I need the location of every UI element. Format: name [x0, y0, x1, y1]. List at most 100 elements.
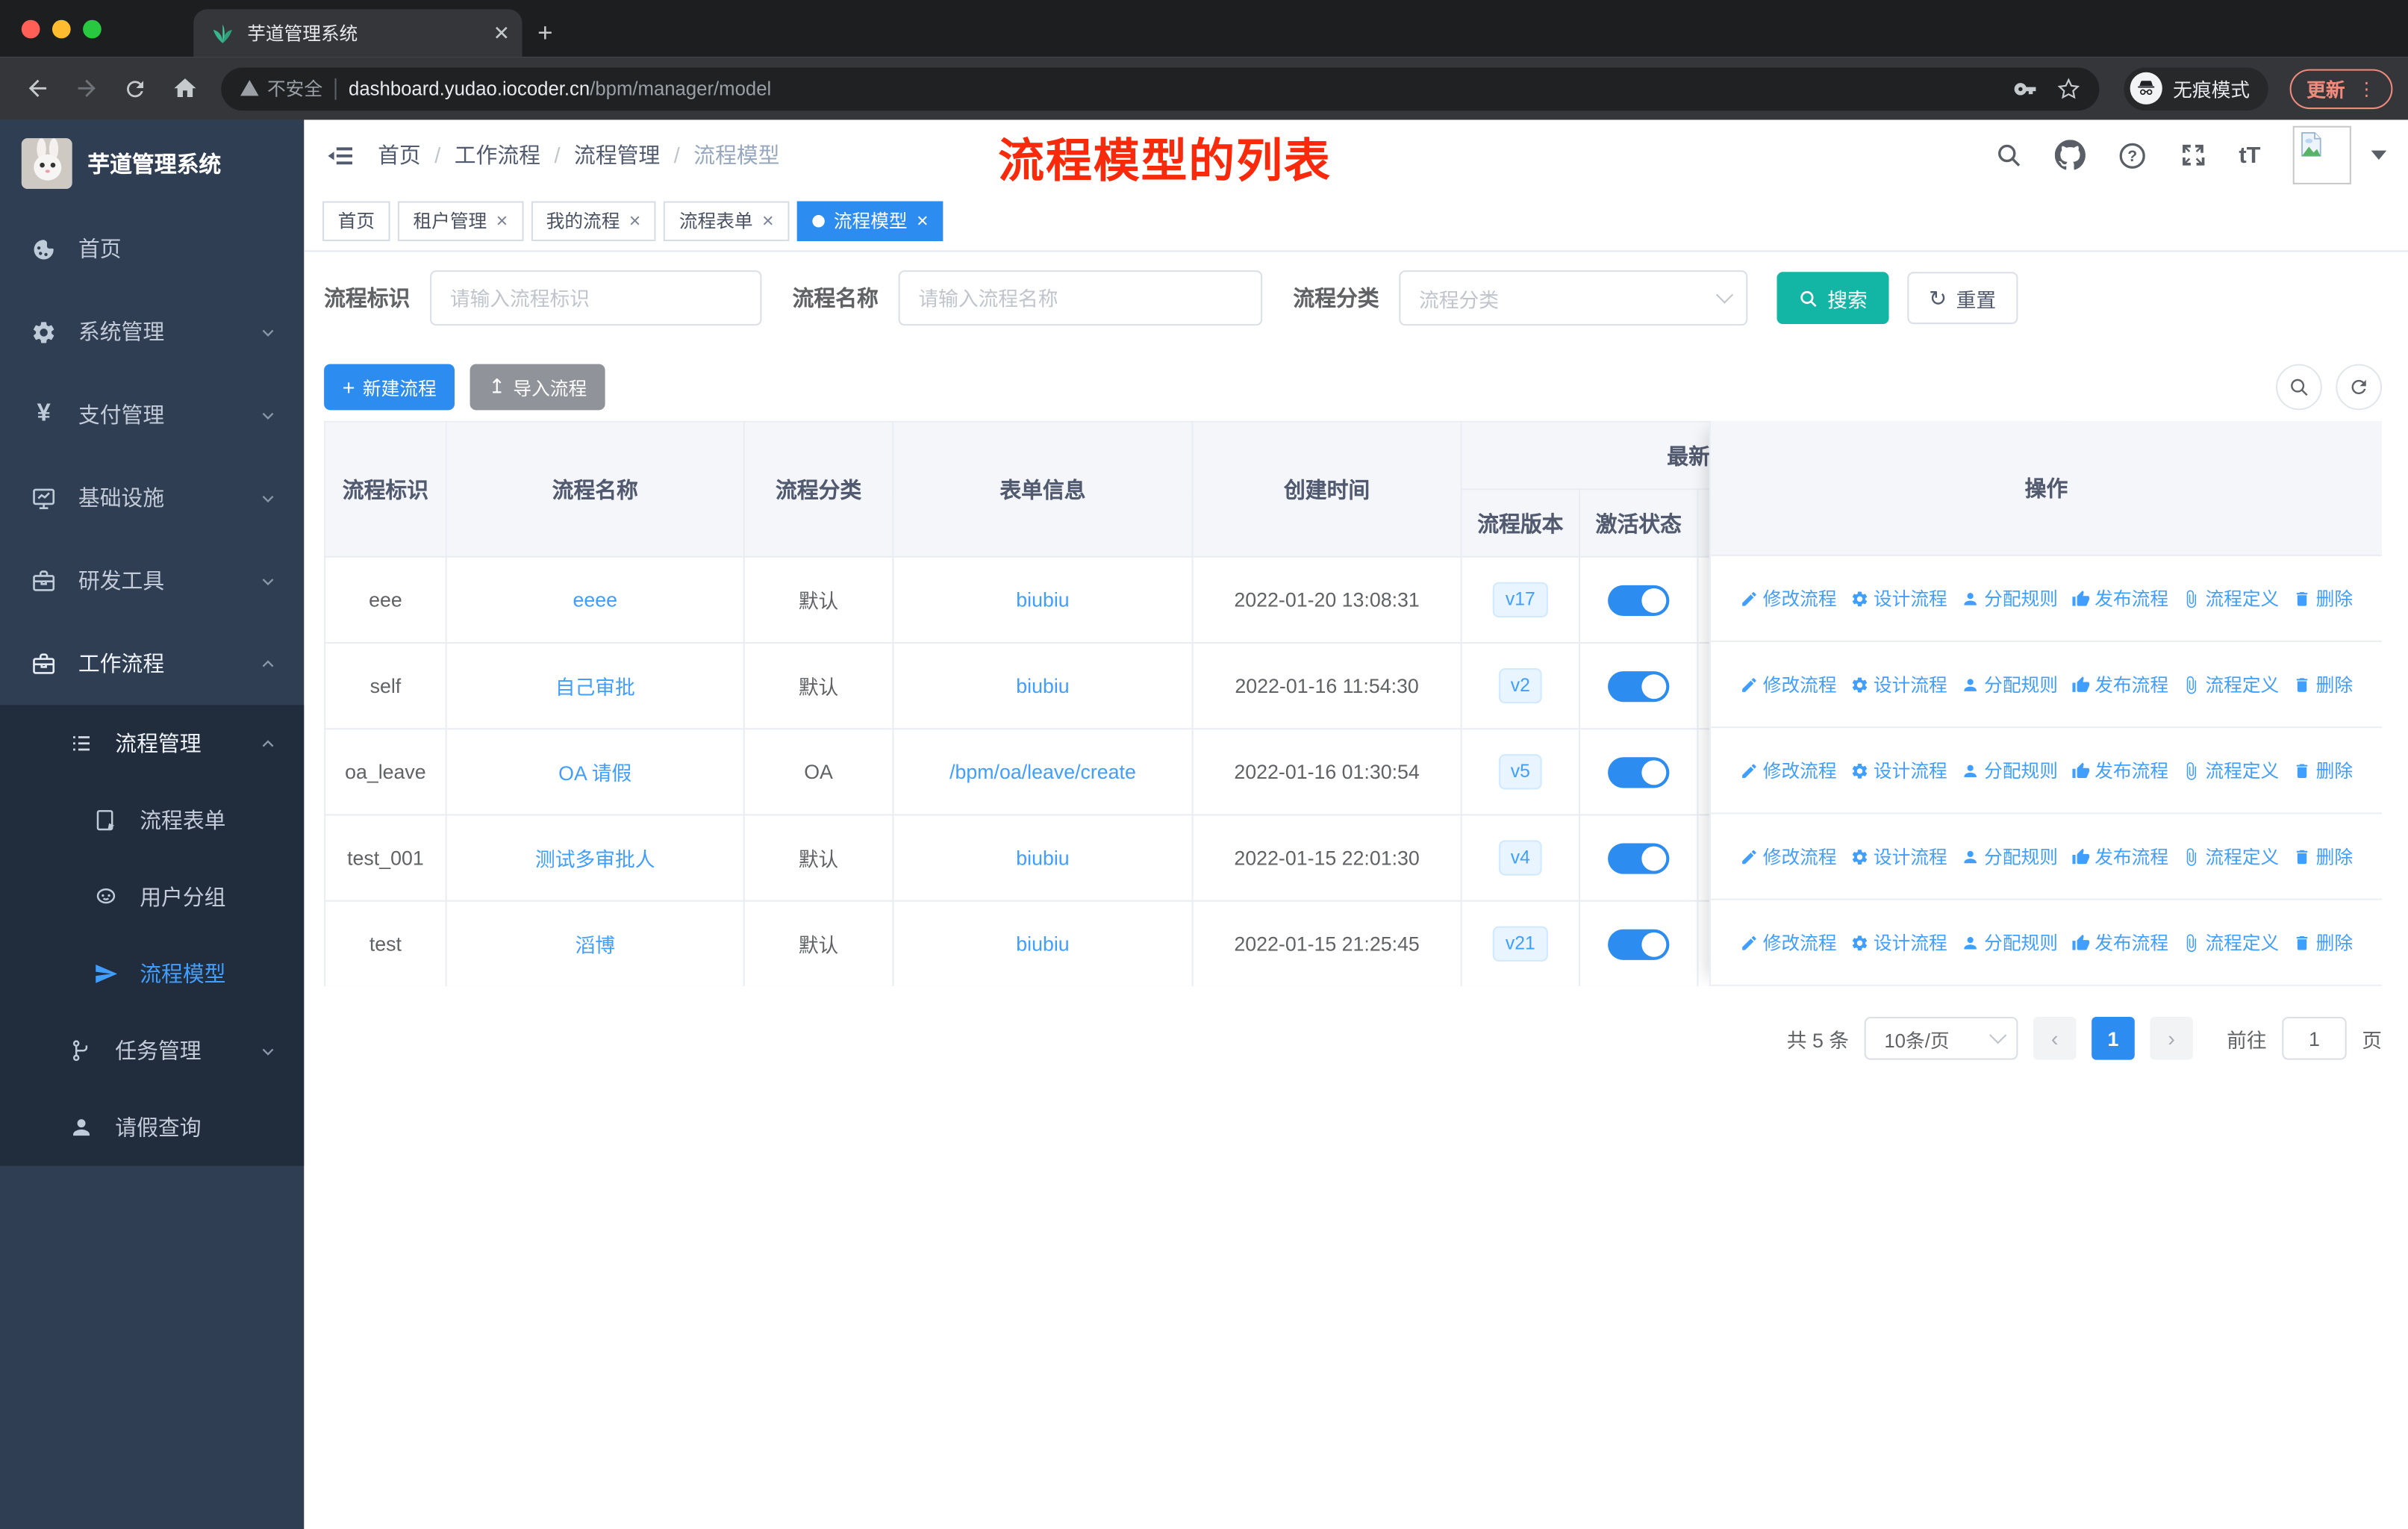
active-toggle[interactable] — [1608, 756, 1670, 788]
close-icon[interactable]: × — [762, 211, 774, 231]
key-icon[interactable] — [2013, 76, 2038, 101]
edit-process-link[interactable]: 修改流程 — [1740, 844, 1837, 870]
tag-my-process[interactable]: 我的流程 × — [531, 200, 656, 240]
breadcrumb-process-mgmt[interactable]: 流程管理 — [574, 140, 660, 170]
design-process-link[interactable]: 设计流程 — [1850, 671, 1947, 697]
process-name-link[interactable]: 测试多审批人 — [535, 848, 655, 871]
security-warning[interactable]: 不安全 — [240, 75, 322, 102]
delete-link[interactable]: 删除 — [2293, 929, 2353, 956]
reset-button[interactable]: ↻ 重置 — [1907, 272, 2018, 325]
design-process-link[interactable]: 设计流程 — [1850, 757, 1947, 783]
publish-process-link[interactable]: 发布流程 — [2071, 844, 2168, 870]
design-process-link[interactable]: 设计流程 — [1850, 929, 1947, 956]
process-definition-link[interactable]: 流程定义 — [2183, 844, 2279, 870]
page-1-button[interactable]: 1 — [2092, 1016, 2135, 1060]
form-info-link[interactable]: biubiu — [1016, 932, 1069, 956]
show-search-button[interactable] — [2276, 364, 2322, 411]
address-bar[interactable]: 不安全 dashboard.yudao.iocoder.cn/bpm/manag… — [221, 66, 2100, 110]
search-icon[interactable] — [1994, 141, 2022, 169]
process-name-link[interactable]: 滔博 — [575, 934, 615, 957]
maximize-window-button[interactable] — [83, 19, 102, 38]
close-icon[interactable]: × — [496, 211, 508, 231]
filter-name-input[interactable] — [898, 270, 1263, 326]
next-page-button[interactable]: › — [2150, 1016, 2193, 1060]
edit-process-link[interactable]: 修改流程 — [1740, 671, 1837, 697]
filter-key-input[interactable] — [430, 270, 762, 326]
publish-process-link[interactable]: 发布流程 — [2071, 671, 2168, 697]
filter-category-select[interactable]: 流程分类 — [1399, 270, 1748, 326]
process-name-link[interactable]: 自己审批 — [555, 676, 635, 699]
sidebar-item-infra[interactable]: 基础设施 — [0, 456, 304, 539]
process-definition-link[interactable]: 流程定义 — [2183, 671, 2279, 697]
process-definition-link[interactable]: 流程定义 — [2183, 929, 2279, 956]
breadcrumb-home[interactable]: 首页 — [378, 140, 421, 170]
delete-link[interactable]: 删除 — [2293, 844, 2353, 870]
help-icon[interactable]: ? — [2118, 140, 2147, 169]
sidebar-item-payment[interactable]: ¥ 支付管理 — [0, 373, 304, 456]
tag-process-form[interactable]: 流程表单 × — [664, 200, 790, 240]
new-tab-button[interactable]: + — [537, 19, 552, 49]
close-icon[interactable]: × — [629, 211, 641, 231]
update-label[interactable]: 更新 — [2306, 74, 2345, 103]
reload-icon[interactable] — [113, 66, 157, 110]
edit-process-link[interactable]: 修改流程 — [1740, 757, 1837, 783]
assign-rule-link[interactable]: 分配规则 — [1961, 757, 2058, 783]
browser-menu-icon[interactable]: ⋮ — [2357, 79, 2376, 98]
sidebar-item-process-model[interactable]: 流程模型 — [0, 935, 304, 1012]
publish-process-link[interactable]: 发布流程 — [2071, 757, 2168, 783]
edit-process-link[interactable]: 修改流程 — [1740, 929, 1837, 956]
sidebar-item-user-group[interactable]: 用户分组 — [0, 859, 304, 935]
publish-process-link[interactable]: 发布流程 — [2071, 585, 2168, 611]
process-name-link[interactable]: OA 请假 — [558, 762, 631, 785]
sidebar-item-process-form[interactable]: 流程表单 — [0, 782, 304, 859]
form-info-link[interactable]: /bpm/oa/leave/create — [949, 760, 1136, 783]
back-icon[interactable] — [16, 66, 59, 110]
close-icon[interactable]: × — [917, 211, 929, 231]
fullscreen-icon[interactable] — [2179, 141, 2206, 169]
active-toggle[interactable] — [1608, 670, 1670, 702]
form-info-link[interactable]: biubiu — [1016, 674, 1069, 697]
avatar-caret-icon[interactable] — [2371, 150, 2387, 160]
active-toggle[interactable] — [1608, 842, 1670, 874]
breadcrumb-workflow[interactable]: 工作流程 — [455, 140, 540, 170]
tag-home[interactable]: 首页 — [322, 200, 390, 240]
goto-page-input[interactable] — [2282, 1016, 2347, 1060]
tab-close-icon[interactable]: ✕ — [493, 21, 510, 46]
process-name-link[interactable]: eeee — [573, 588, 617, 611]
assign-rule-link[interactable]: 分配规则 — [1961, 585, 2058, 611]
sidebar-item-system[interactable]: 系统管理 — [0, 290, 304, 373]
delete-link[interactable]: 删除 — [2293, 585, 2353, 611]
import-process-button[interactable]: ↥ 导入流程 — [470, 364, 605, 411]
create-process-button[interactable]: + 新建流程 — [324, 364, 455, 411]
sidebar-item-process-mgmt[interactable]: 流程管理 — [0, 705, 304, 782]
avatar[interactable] — [2292, 125, 2351, 184]
delete-link[interactable]: 删除 — [2293, 671, 2353, 697]
search-button[interactable]: 搜索 — [1777, 272, 1889, 325]
active-toggle[interactable] — [1608, 928, 1670, 959]
design-process-link[interactable]: 设计流程 — [1850, 585, 1947, 611]
prev-page-button[interactable]: ‹ — [2033, 1016, 2077, 1060]
sidebar-item-home[interactable]: 首页 — [0, 208, 304, 290]
sidebar-item-workflow[interactable]: 工作流程 — [0, 622, 304, 705]
page-size-select[interactable]: 10条/页 — [1864, 1016, 2018, 1060]
forward-icon[interactable] — [64, 66, 107, 110]
process-definition-link[interactable]: 流程定义 — [2183, 585, 2279, 611]
assign-rule-link[interactable]: 分配规则 — [1961, 929, 2058, 956]
minimize-window-button[interactable] — [52, 19, 71, 38]
form-info-link[interactable]: biubiu — [1016, 847, 1069, 870]
sidebar-item-task-mgmt[interactable]: 任务管理 — [0, 1012, 304, 1089]
delete-link[interactable]: 删除 — [2293, 757, 2353, 783]
update-pill[interactable]: 更新 ⋮ — [2289, 68, 2393, 109]
tag-tenant[interactable]: 租户管理 × — [397, 200, 523, 240]
process-definition-link[interactable]: 流程定义 — [2183, 757, 2279, 783]
home-icon[interactable] — [163, 66, 206, 110]
form-info-link[interactable]: biubiu — [1016, 588, 1069, 611]
refresh-table-button[interactable] — [2336, 364, 2383, 411]
tag-process-model[interactable]: 流程模型 × — [796, 200, 944, 240]
sidebar-item-leave-query[interactable]: 请假查询 — [0, 1089, 304, 1166]
active-toggle[interactable] — [1608, 584, 1670, 615]
edit-process-link[interactable]: 修改流程 — [1740, 585, 1837, 611]
sidebar-item-devtools[interactable]: 研发工具 — [0, 539, 304, 622]
assign-rule-link[interactable]: 分配规则 — [1961, 844, 2058, 870]
github-icon[interactable] — [2054, 140, 2086, 170]
